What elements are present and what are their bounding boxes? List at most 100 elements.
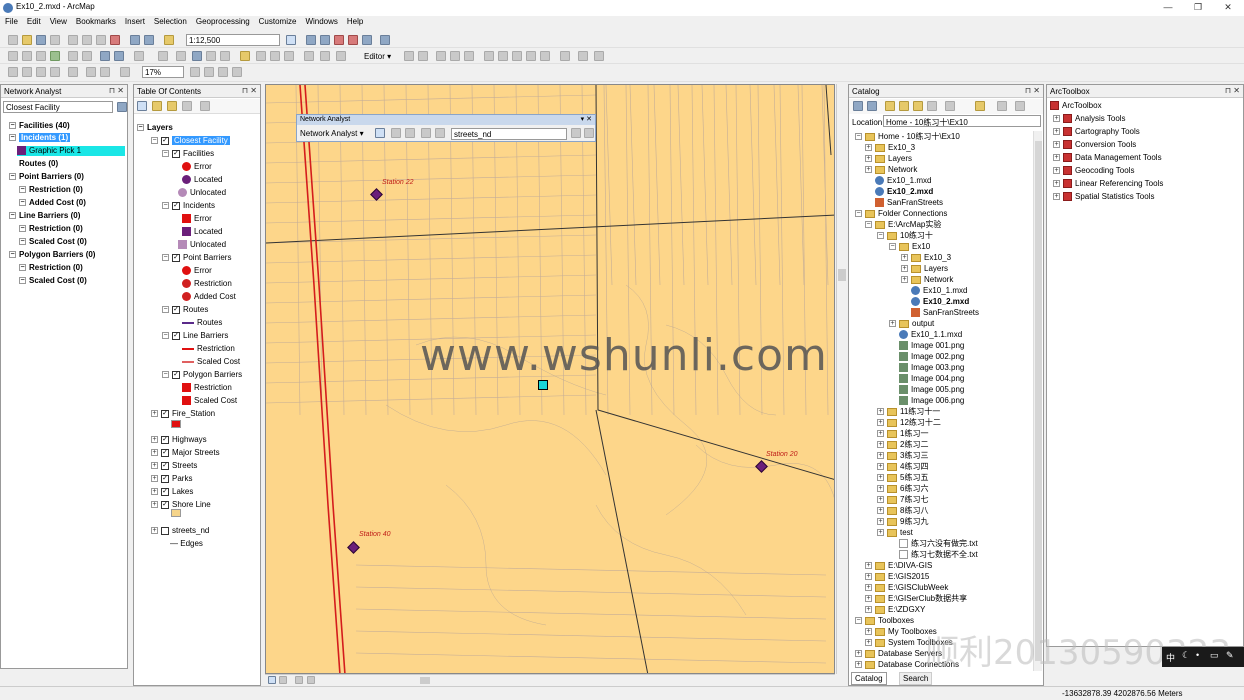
save-icon[interactable] [36, 35, 46, 45]
zoom-whole-page-icon[interactable] [50, 67, 60, 77]
toc-item[interactable]: − ✓ Line Barriers [162, 331, 228, 341]
cut-polygons-icon[interactable] [512, 51, 522, 61]
catalog-item[interactable]: + E:\GISClubWeek [865, 583, 948, 593]
minimize-button[interactable]: — [1158, 2, 1178, 12]
fixed-zoom-out-icon[interactable] [82, 51, 92, 61]
layer-visibility-checkbox[interactable]: ✓ [161, 500, 169, 509]
layer-visibility-checkbox[interactable]: ✓ [172, 149, 180, 158]
python-window-icon[interactable] [362, 35, 372, 45]
catalog-item[interactable]: +12练习十二 [877, 418, 941, 428]
menu-geoprocessing[interactable]: Geoprocessing [192, 16, 254, 27]
layer-visibility-checkbox[interactable]: ✓ [161, 448, 169, 457]
straight-segment-icon[interactable] [436, 51, 446, 61]
reshape-icon[interactable] [498, 51, 508, 61]
menu-edit[interactable]: Edit [23, 16, 45, 27]
clear-selection-icon[interactable] [158, 51, 168, 61]
zoom-in-icon[interactable] [8, 51, 18, 61]
expand-icon[interactable]: − [9, 134, 16, 142]
moon-icon[interactable]: ☾ [1182, 650, 1190, 661]
na-class-item[interactable]: − Scaled Cost (0) [19, 276, 87, 286]
open-icon[interactable] [22, 35, 32, 45]
expand-icon[interactable]: + [877, 463, 884, 471]
toc-item[interactable]: + ✓ Major Streets [151, 448, 220, 458]
na-toolbar-menu[interactable]: Network Analyst ▾ [300, 129, 364, 138]
expand-icon[interactable]: + [151, 436, 158, 444]
zoom-out-icon[interactable] [22, 51, 32, 61]
catalog-item[interactable]: +Image 005.png [889, 385, 964, 395]
expand-icon[interactable]: + [865, 166, 872, 174]
toc-item[interactable]: − ✓ Incidents [162, 201, 215, 211]
catalog-forward-icon[interactable] [867, 101, 877, 111]
toc-item[interactable]: − Layers [137, 123, 173, 133]
expand-icon[interactable]: + [877, 419, 884, 427]
expand-icon[interactable]: + [151, 475, 158, 483]
toc-item[interactable]: + ✓ Highways [151, 435, 207, 445]
layer-visibility-checkbox[interactable]: ✓ [161, 409, 169, 418]
toolbox-item[interactable]: + Data Management Tools [1053, 153, 1162, 163]
layer-visibility-checkbox[interactable]: ✓ [172, 331, 180, 340]
identify-icon[interactable] [192, 51, 202, 61]
catalog-item[interactable]: +练习六没有做完.txt [889, 539, 978, 549]
expand-icon[interactable]: + [877, 485, 884, 493]
toc-item[interactable]: − ✓ Facilities [162, 149, 214, 159]
expand-icon[interactable]: + [877, 496, 884, 504]
home-folder-icon[interactable] [899, 101, 909, 111]
layer-visibility-checkbox[interactable]: ✓ [172, 370, 180, 379]
expand-icon[interactable]: − [19, 264, 26, 272]
list-by-source-icon[interactable] [152, 101, 162, 111]
catalog-item[interactable]: − Folder Connections [855, 209, 947, 219]
catalog-item[interactable]: − 10练习十 [877, 231, 933, 241]
expand-icon[interactable]: + [877, 507, 884, 515]
arctoolbox-pin-close-icon[interactable]: ⊓ ✕ [1225, 86, 1240, 95]
expand-icon[interactable]: + [151, 527, 158, 535]
toolbox-item[interactable]: + Linear Referencing Tools [1053, 179, 1163, 189]
end-point-arc-icon[interactable] [450, 51, 460, 61]
hyperlink-icon[interactable] [240, 51, 250, 61]
toggle-draft-icon[interactable] [120, 67, 130, 77]
html-popup-icon[interactable] [304, 51, 314, 61]
change-layout-icon[interactable] [204, 67, 214, 77]
toolbox-item[interactable]: ArcToolbox [1050, 101, 1102, 111]
toolbox-item[interactable]: + Cartography Tools [1053, 127, 1140, 137]
catalog-item[interactable]: − E:\ArcMap实验 [865, 220, 941, 230]
catalog-item[interactable]: +练习七数据不全.txt [889, 550, 978, 560]
toolbox-item[interactable]: + Geocoding Tools [1053, 166, 1134, 176]
expand-icon[interactable]: − [162, 306, 169, 314]
view-menu-icon[interactable] [945, 101, 955, 111]
toc-item[interactable]: + ✓ Streets [151, 461, 197, 471]
expand-icon[interactable]: − [19, 199, 26, 207]
new-icon[interactable] [8, 35, 18, 45]
editor-menu[interactable]: Editor ▾ [364, 52, 391, 61]
catalog-item[interactable]: +Image 002.png [889, 352, 964, 362]
expand-icon[interactable]: − [9, 212, 16, 220]
toolbox-item[interactable]: + Conversion Tools [1053, 140, 1136, 150]
layout-zoom-in-icon[interactable] [8, 67, 18, 77]
layout-icon[interactable] [320, 51, 330, 61]
expand-icon[interactable]: + [901, 265, 908, 273]
list-by-drawing-order-icon[interactable] [137, 101, 147, 111]
expand-icon[interactable]: + [865, 155, 872, 163]
catalog-item[interactable]: +Image 001.png [889, 341, 964, 351]
layout-pan-icon[interactable] [36, 67, 46, 77]
expand-icon[interactable]: + [1053, 180, 1060, 188]
go-to-xy-icon[interactable] [270, 51, 280, 61]
expand-icon[interactable]: − [162, 371, 169, 379]
layer-visibility-checkbox[interactable]: ✓ [161, 435, 169, 444]
layer-visibility-checkbox[interactable]: ✓ [161, 136, 169, 145]
expand-icon[interactable]: + [151, 488, 158, 496]
select-move-location-icon[interactable] [405, 128, 415, 138]
expand-icon[interactable]: + [865, 144, 872, 152]
editor-toolbar-icon[interactable] [286, 35, 296, 45]
expand-icon[interactable]: + [865, 639, 872, 647]
model-builder-icon[interactable] [380, 35, 390, 45]
build-network-icon[interactable] [571, 128, 581, 138]
expand-icon[interactable]: + [877, 452, 884, 460]
map-vscroll-thumb[interactable] [838, 269, 846, 281]
expand-icon[interactable]: − [9, 251, 16, 259]
time-slider-icon[interactable] [284, 51, 294, 61]
expand-icon[interactable]: + [1053, 193, 1060, 201]
expand-icon[interactable]: − [855, 210, 862, 218]
catalog-item[interactable]: +Image 004.png [889, 374, 964, 384]
expand-icon[interactable]: + [855, 650, 862, 658]
toolbox-item[interactable]: + Analysis Tools [1053, 114, 1126, 124]
